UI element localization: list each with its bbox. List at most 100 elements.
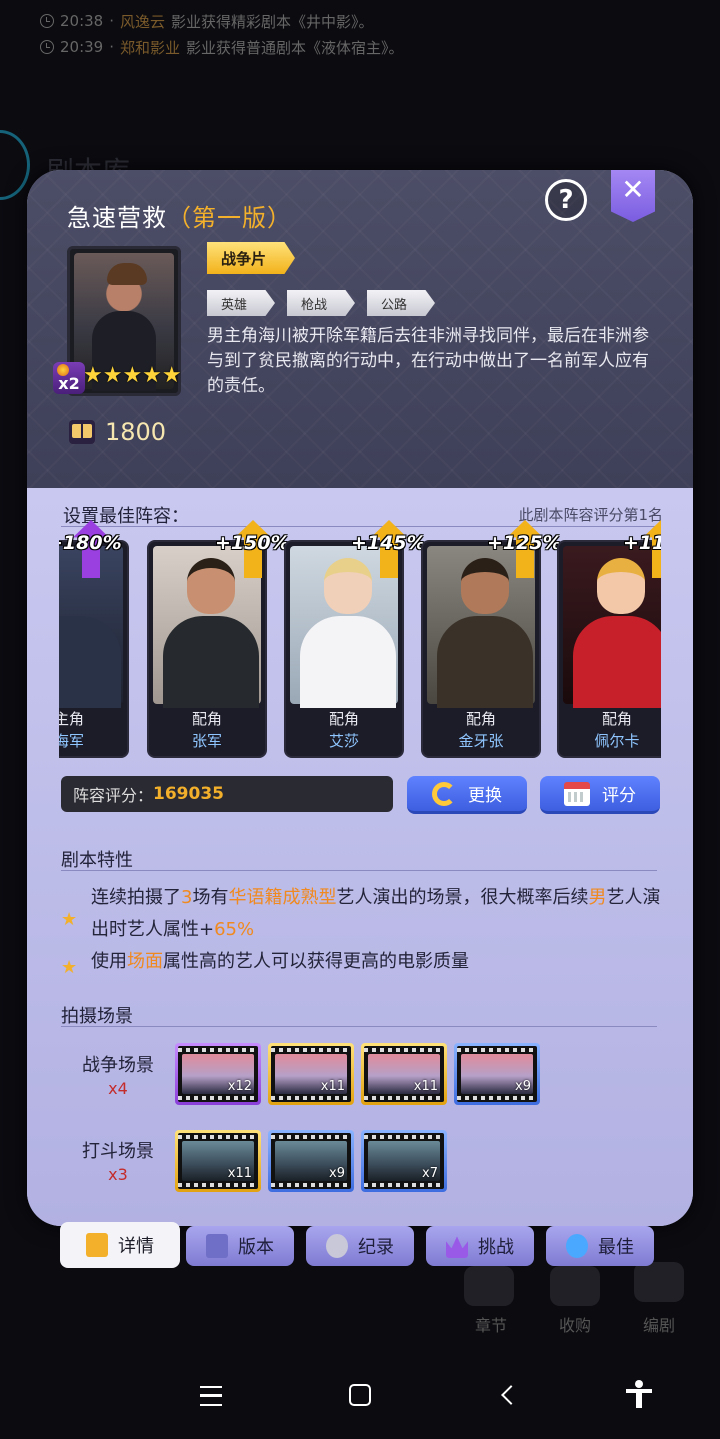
actor-name: 佩尔卡 xyxy=(594,732,640,750)
crown-icon xyxy=(446,1236,468,1258)
notice-feed: 20:38 · 风逸云 影业获得精彩剧本《井中影》。 20:39 · 郑和影业 影业… xyxy=(40,8,680,60)
star-icon: ★ xyxy=(61,957,78,978)
actor-head xyxy=(187,558,235,614)
genre-tag: 战争片 xyxy=(207,242,295,274)
actor-role: 主角 xyxy=(59,710,84,728)
back-icon[interactable] xyxy=(501,1385,521,1405)
under-menu-item: 编剧 xyxy=(642,1316,675,1335)
under-menu-item: 章节 xyxy=(474,1316,507,1335)
clock-icon xyxy=(40,14,54,28)
scene-tile[interactable]: x9 xyxy=(268,1130,354,1192)
home-icon[interactable] xyxy=(349,1384,371,1406)
swap-button[interactable]: 更换 xyxy=(407,776,527,814)
script-name: 急速营救 xyxy=(67,204,167,232)
actor-body xyxy=(59,616,121,708)
divider xyxy=(61,870,657,871)
scene-tile[interactable]: x9 xyxy=(454,1043,540,1105)
scene-tile[interactable]: x11 xyxy=(361,1043,447,1105)
bonus-percent: +150% xyxy=(215,532,290,554)
tab-label: 纪录 xyxy=(358,1237,394,1258)
actor-body xyxy=(573,616,661,708)
feature-item: ★ 连续拍摄了3场有华语籍成熟型艺人演出的场景，很大概率后续男艺人演出时艺人属性… xyxy=(61,882,663,946)
tag-list: 英雄 枪战 公路 xyxy=(207,290,435,316)
actor-name: 金牙张 xyxy=(458,732,504,750)
tab-challenge[interactable]: 挑战 xyxy=(426,1226,534,1266)
medal-icon xyxy=(566,1234,588,1258)
help-button[interactable]: ? xyxy=(545,179,587,221)
tag-item: 英雄 xyxy=(207,290,275,316)
notice-text: 影业获得普通剧本《液体宿主》。 xyxy=(186,38,404,57)
tab-label: 详情 xyxy=(118,1236,154,1257)
actor-card[interactable]: 配角 佩尔卡 xyxy=(557,540,661,758)
tab-label: 最佳 xyxy=(598,1237,634,1258)
record-icon xyxy=(326,1234,348,1258)
rate-button[interactable]: 评分 xyxy=(540,776,660,814)
scene-tile[interactable]: x11 xyxy=(268,1043,354,1105)
tab-record[interactable]: 纪录 xyxy=(306,1226,414,1266)
actor-portrait xyxy=(563,546,661,708)
actor-body xyxy=(163,616,259,708)
under-menu-item: 收购 xyxy=(558,1316,591,1335)
notice-studio: 风逸云 xyxy=(120,12,166,31)
score-label: 阵容评分： xyxy=(73,786,154,805)
bonus-percent: +180% xyxy=(59,532,122,554)
scene-group-label: 打斗场景 x3 xyxy=(82,1141,154,1184)
notice-time: 20:39 xyxy=(60,38,104,56)
background-ring-icon xyxy=(0,130,30,200)
acquire-icon xyxy=(550,1266,600,1306)
actor-role: 配角 xyxy=(465,710,496,728)
tag-item: 公路 xyxy=(367,290,435,316)
actor-name: 张军 xyxy=(191,732,222,750)
divider xyxy=(61,1026,657,1027)
script-description: 男主角海川被开除军籍后去往非洲寻找同伴，最后在非洲参与到了贫民撤离的行动中，在行… xyxy=(207,326,649,396)
document-icon xyxy=(86,1233,108,1257)
actor-card-carousel[interactable]: 主角 海军 +180% 配角 张军 +150% 配角 艾莎 +145% xyxy=(59,520,661,762)
tab-label: 版本 xyxy=(238,1237,274,1258)
scene-group-label: 战争场景 x4 xyxy=(82,1055,154,1098)
tab-details[interactable]: 详情 xyxy=(60,1222,180,1268)
tab-best[interactable]: 最佳 xyxy=(546,1226,654,1266)
recent-apps-icon[interactable] xyxy=(200,1386,222,1406)
actor-name: 艾莎 xyxy=(328,732,359,750)
script-version: （第一版） xyxy=(167,204,292,232)
writer-icon xyxy=(634,1262,684,1302)
actor-role: 配角 xyxy=(601,710,632,728)
script-title: 急速营救（第一版） xyxy=(67,198,292,233)
scene-tile[interactable]: x11 xyxy=(175,1130,261,1192)
star-icon: ★ xyxy=(61,909,78,930)
chapter-icon xyxy=(464,1266,514,1306)
accessibility-icon[interactable] xyxy=(626,1380,652,1408)
feature-item: ★ 使用场面属性高的艺人可以获得更高的电影质量 xyxy=(61,946,663,978)
tab-version[interactable]: 版本 xyxy=(186,1226,294,1266)
actor-head xyxy=(461,558,509,614)
tag-item: 枪战 xyxy=(287,290,355,316)
notice-sep: · xyxy=(109,12,115,30)
tab-label: 挑战 xyxy=(478,1237,514,1258)
fans-count: 1800 xyxy=(69,418,166,446)
notice-item: 20:38 · 风逸云 影业获得精彩剧本《井中影》。 xyxy=(40,8,680,34)
actor-body xyxy=(437,616,533,708)
scene-tile[interactable]: x12 xyxy=(175,1043,261,1105)
scene-tile[interactable]: x7 xyxy=(361,1130,447,1192)
actor-head xyxy=(324,558,372,614)
actor-role: 配角 xyxy=(328,710,359,728)
notice-item: 20:39 · 郑和影业 影业获得普通剧本《液体宿主》。 xyxy=(40,34,680,60)
actor-name: 海军 xyxy=(59,732,84,750)
multiplier-badge: x2 xyxy=(53,362,85,394)
close-button[interactable]: ✕ xyxy=(611,170,655,222)
calendar-icon xyxy=(564,781,590,806)
actor-body xyxy=(300,616,396,708)
refresh-icon xyxy=(432,781,456,806)
notice-sep: · xyxy=(109,38,115,56)
fans-value: 1800 xyxy=(105,418,167,446)
feature-text: 连续拍摄了3场有华语籍成熟型艺人演出的场景，很大概率后续男艺人演出时艺人属性+6… xyxy=(91,887,661,940)
bonus-percent: +125% xyxy=(487,532,562,554)
bonus-percent: +145% xyxy=(351,532,426,554)
notice-time: 20:38 xyxy=(60,12,104,30)
question-doc-icon xyxy=(206,1234,228,1258)
script-detail-modal: 急速营救（第一版） ? ✕ ★★★★★ x2 1800 战争片 英雄 枪战 公路… xyxy=(27,170,693,1226)
book-icon xyxy=(69,420,95,444)
score-value: 169035 xyxy=(153,784,224,804)
poster-hair xyxy=(107,263,147,285)
star-icon: ★★★★★ xyxy=(83,363,182,388)
